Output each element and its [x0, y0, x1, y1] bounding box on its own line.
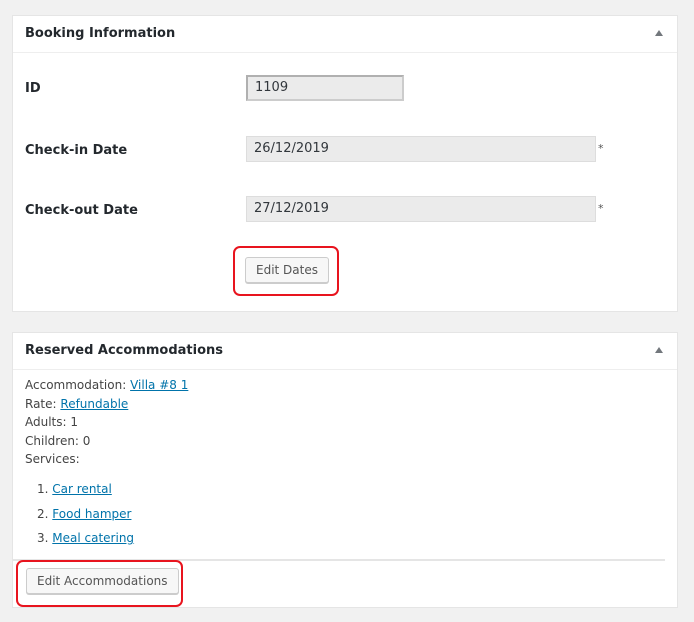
service-link[interactable]: Car rental — [52, 482, 112, 496]
checkin-label: Check-in Date — [25, 143, 128, 158]
triangle-up-icon[interactable] — [655, 347, 663, 353]
triangle-up-icon[interactable] — [655, 30, 663, 36]
checkout-date-field[interactable]: 27/12/2019 — [246, 196, 596, 222]
id-label: ID — [25, 81, 41, 96]
required-marker: * — [598, 142, 604, 155]
accommodation-link[interactable]: Villa #8 1 — [130, 378, 188, 392]
accommodation-info: Accommodation: Villa #8 1 Rate: Refundab… — [25, 376, 188, 469]
panel-title: Reserved Accommodations — [25, 343, 224, 358]
panel-header: Reserved Accommodations — [13, 333, 677, 370]
list-item: 2. Food hamper — [37, 505, 134, 530]
rate-label: Rate: — [25, 396, 57, 411]
panel-title: Booking Information — [25, 26, 176, 41]
services-list: 1. Car rental 2. Food hamper 3. Meal cat… — [37, 480, 134, 554]
adults-text: Adults: 1 — [25, 415, 79, 429]
item-number: 3. — [37, 531, 49, 545]
checkout-label: Check-out Date — [25, 203, 138, 218]
item-number: 2. — [37, 506, 49, 521]
checkin-date-field[interactable]: 26/12/2019 — [246, 136, 596, 162]
services-label: Services: — [25, 452, 80, 466]
accommodation-label: Accommodation: — [25, 378, 127, 392]
booking-information-panel: Booking Information ID 1109 Check-in Dat… — [12, 15, 678, 312]
children-text: Children: 0 — [25, 433, 91, 448]
edit-accommodations-button[interactable]: Edit Accommodations — [26, 568, 179, 594]
item-number: 1. — [37, 482, 49, 496]
service-link[interactable]: Meal catering — [52, 531, 134, 545]
edit-dates-button[interactable]: Edit Dates — [245, 257, 329, 283]
service-link[interactable]: Food hamper — [52, 507, 131, 521]
list-item: 3. Meal catering — [37, 529, 134, 554]
reserved-accommodations-panel: Reserved Accommodations Accommodation: V… — [12, 332, 678, 608]
list-item: 1. Car rental — [37, 480, 134, 505]
panel-header: Booking Information — [13, 16, 677, 53]
rate-link[interactable]: Refundable — [60, 397, 128, 411]
id-field[interactable]: 1109 — [246, 75, 404, 101]
required-marker: * — [598, 202, 604, 215]
